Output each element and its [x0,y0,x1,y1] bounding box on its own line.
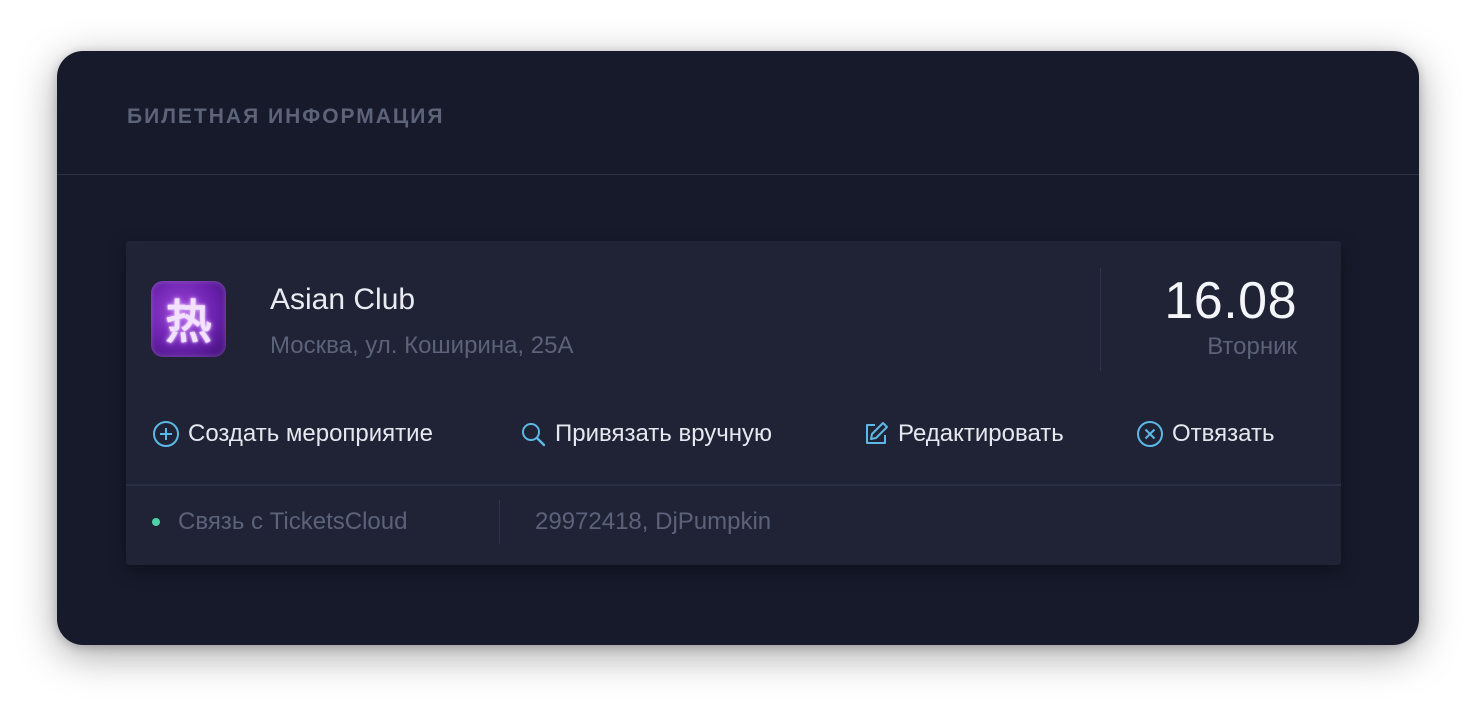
connection-footer: Связь с TicketsCloud 29972418, DjPumpkin [126,484,1341,565]
edit-icon [861,419,891,449]
footer-divider [499,500,500,544]
unlink-button[interactable]: Отвязать [1135,417,1274,451]
panel-header: БИЛЕТНАЯ ИНФОРМАЦИЯ [57,51,1419,175]
close-circle-icon [1135,419,1165,449]
event-logo-glyph: 热 [165,295,212,349]
event-address: Москва, ул. Коширина, 25А [270,332,574,359]
event-card: 热 Asian Club Москва, ул. Коширина, 25А 1… [126,241,1341,565]
link-manually-button[interactable]: Привязать вручную [518,417,772,451]
panel-title: БИЛЕТНАЯ ИНФОРМАЦИЯ [127,105,445,128]
edit-button[interactable]: Редактировать [861,417,1064,451]
search-icon [518,419,548,449]
event-logo: 热 [151,281,226,357]
unlink-label: Отвязать [1172,420,1275,447]
create-event-button[interactable]: Создать мероприятие [151,417,433,451]
status-dot [152,518,160,526]
link-manually-label: Привязать вручную [555,420,773,447]
event-date: 16.08 [1164,272,1297,330]
action-bar: Создать мероприятие Привязать вручную Ре… [151,417,1301,451]
event-weekday: Вторник [1207,333,1297,360]
edit-label: Редактировать [898,420,1064,447]
date-divider [1100,268,1101,371]
event-name: Asian Club [270,283,416,316]
connection-status-value: 29972418, DjPumpkin [535,508,772,535]
create-event-label: Создать мероприятие [188,420,433,447]
plus-circle-icon [151,419,181,449]
ticket-info-panel: БИЛЕТНАЯ ИНФОРМАЦИЯ 热 Asian Club Москва,… [57,51,1419,645]
connection-status-label: Связь с TicketsCloud [178,508,408,535]
